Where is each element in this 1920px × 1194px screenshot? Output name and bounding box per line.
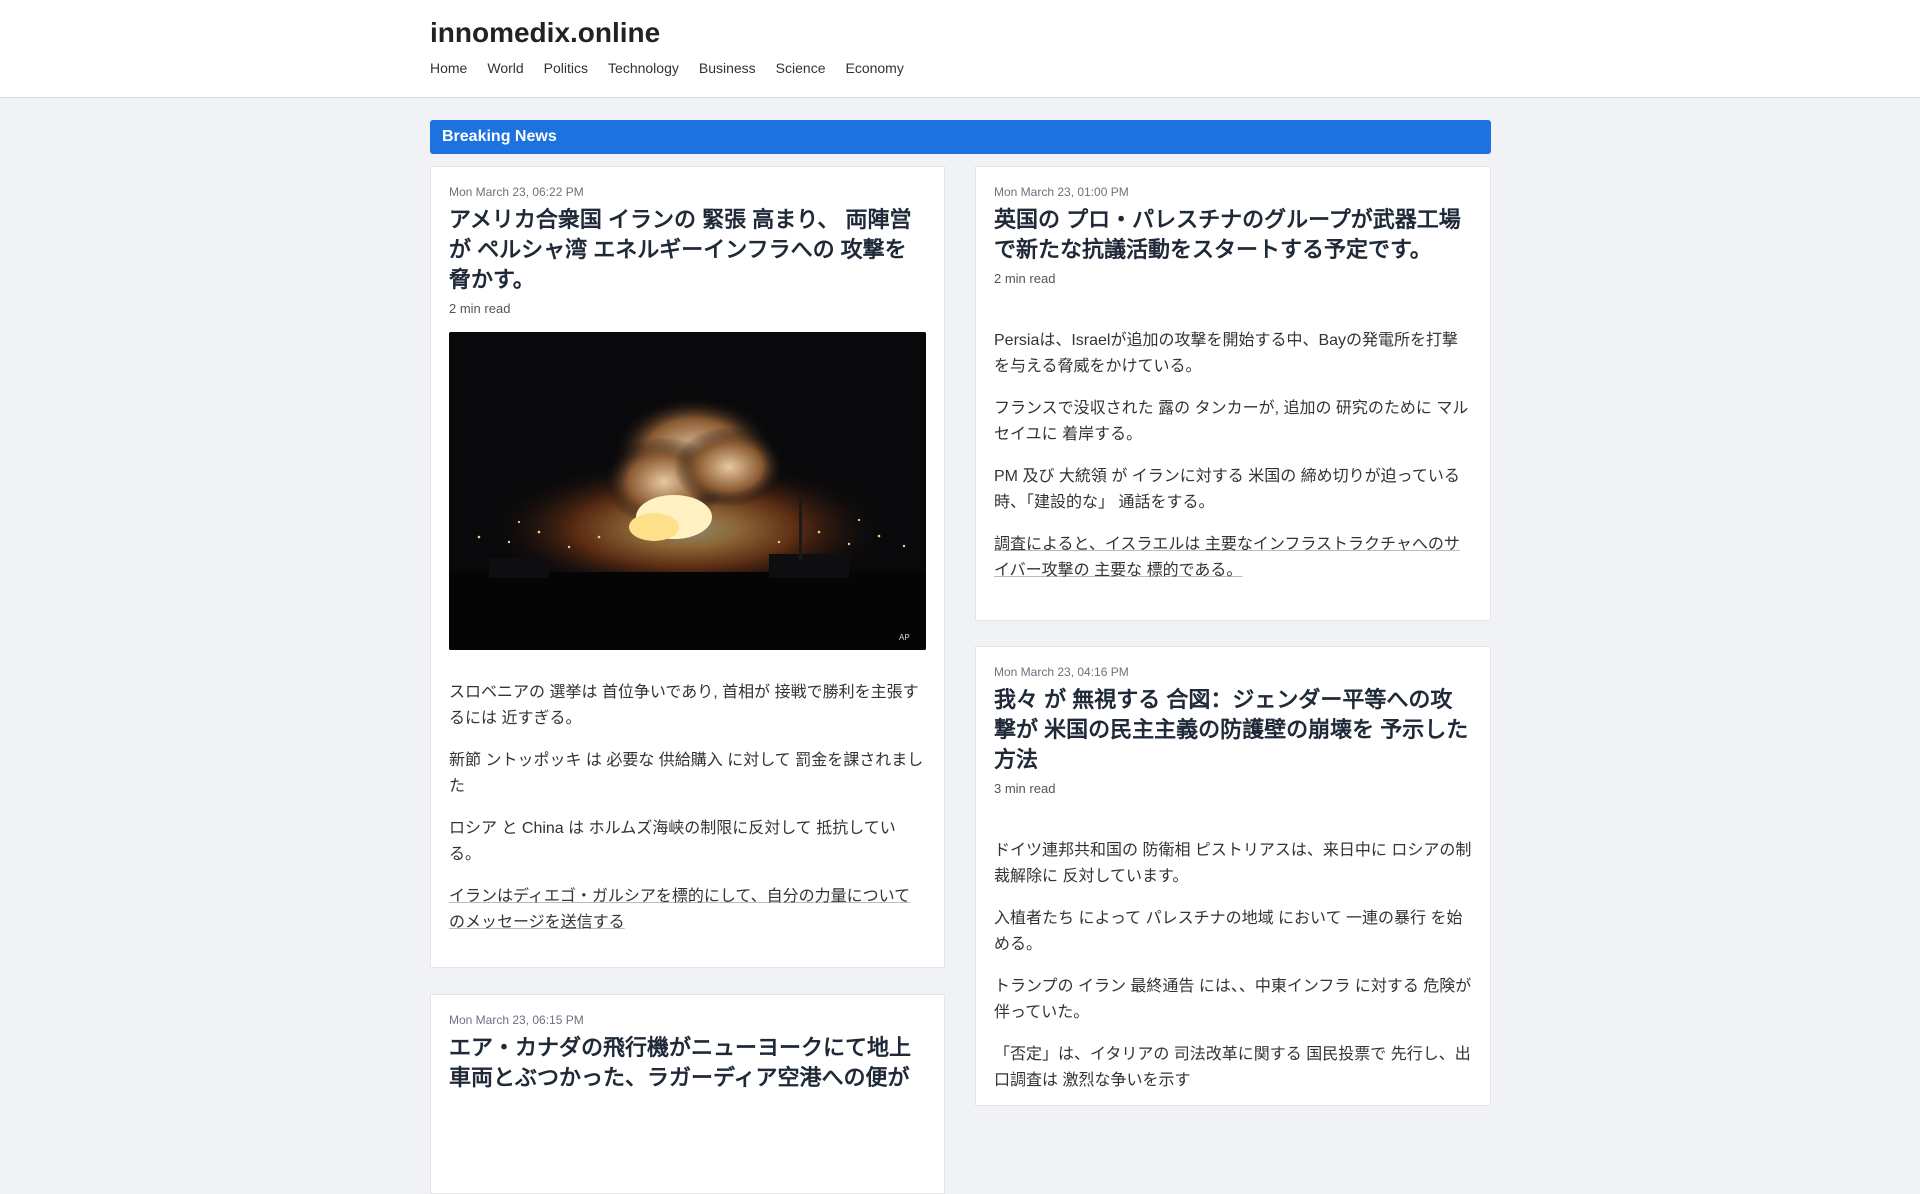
main-nav: Home World Politics Technology Business … [430,60,924,76]
nav-technology[interactable]: Technology [608,60,679,76]
article-headline[interactable]: 英国の プロ・パレスチナのグループが武器工場で新たな抗議活動をスタートする予定で… [994,205,1472,265]
site-header: innomedix.online Home World Politics Tec… [0,0,1920,98]
article-card: Mon March 23, 06:22 PM アメリカ合衆国 イランの 緊張 高… [430,166,945,968]
image-credit: AP [899,633,910,642]
nav-politics[interactable]: Politics [544,60,588,76]
related-link[interactable]: 調査によると、イスラエルは 主要なインフラストラクチャへのサイバー攻撃の 主要な… [994,532,1472,584]
article-card: Mon March 23, 06:15 PM エア・カナダの飛行機がニューヨーク… [430,994,945,1194]
article-headline[interactable]: エア・カナダの飛行機がニューヨークにて地上車両とぶつかった、ラガーディア空港への… [449,1033,926,1093]
related-links: ドイツ連邦共和国の 防衛相 ピストリアスは、来日中に ロシアの制裁解除に 反対し… [994,838,1472,1094]
related-link[interactable]: Persiaは、Israelが追加の攻撃を開始する中、Bayの発電所を打撃を与え… [994,328,1472,380]
article-card: Mon March 23, 04:16 PM 我々 が 無視する 合図：ジェンダ… [975,646,1491,1106]
article-photo[interactable]: AP [449,332,926,650]
article-card: Mon March 23, 01:00 PM 英国の プロ・パレスチナのグループ… [975,166,1491,621]
nav-world[interactable]: World [487,60,523,76]
related-link[interactable]: ドイツ連邦共和国の 防衛相 ピストリアスは、来日中に ロシアの制裁解除に 反対し… [994,838,1472,890]
related-link[interactable]: 新節 ントッポッキ は 必要な 供給購入 に対して 罰金を課されました [449,748,926,800]
article-date: Mon March 23, 06:22 PM [449,185,584,199]
site-title[interactable]: innomedix.online [430,17,660,49]
related-link[interactable]: スロベニアの 選挙は 首位争いであり, 首相が 接戦で勝利を主張するには 近すぎ… [449,680,926,732]
article-date: Mon March 23, 06:15 PM [449,1013,584,1027]
nav-business[interactable]: Business [699,60,756,76]
related-link[interactable]: 「否定」は、イタリアの 司法改革に関する 国民投票で 先行し、出口調査は 激烈な… [994,1042,1472,1094]
related-link[interactable]: フランスで没収された 露の タンカーが, 追加の 研究のために マルセイユに 着… [994,396,1472,448]
article-date: Mon March 23, 01:00 PM [994,185,1129,199]
breaking-news-banner: Breaking News [430,120,1491,154]
article-date: Mon March 23, 04:16 PM [994,665,1129,679]
nav-science[interactable]: Science [776,60,826,76]
read-time: 2 min read [449,301,511,316]
related-link[interactable]: トランプの イラン 最終通告 には、、中東インフラ に対する 危険が伴っていた。 [994,974,1472,1026]
explosion-night-image: AP [449,332,926,650]
related-link[interactable]: 入植者たち によって パレスチナの地域 において 一連の暴行 を始める。 [994,906,1472,958]
read-time: 3 min read [994,781,1056,796]
related-links: スロベニアの 選挙は 首位争いであり, 首相が 接戦で勝利を主張するには 近すぎ… [449,680,926,936]
related-link[interactable]: ロシア と China は ホルムズ海峡の制限に反対して 抵抗している。 [449,816,926,868]
article-headline[interactable]: 我々 が 無視する 合図：ジェンダー平等への攻撃が 米国の民主主義の防護壁の崩壊… [994,685,1472,775]
nav-economy[interactable]: Economy [845,60,903,76]
related-links: Persiaは、Israelが追加の攻撃を開始する中、Bayの発電所を打撃を与え… [994,328,1472,584]
nav-home[interactable]: Home [430,60,467,76]
article-headline[interactable]: アメリカ合衆国 イランの 緊張 高まり、 両陣営 が ペルシャ湾 エネルギーイン… [449,205,926,295]
related-link[interactable]: PM 及び 大統領 が イランに対する 米国の 締め切りが迫っている時、「建設的… [994,464,1472,516]
read-time: 2 min read [994,271,1056,286]
related-link[interactable]: イランはディエゴ・ガルシアを標的にして、自分の力量についてのメッセージを送信する [449,884,926,936]
